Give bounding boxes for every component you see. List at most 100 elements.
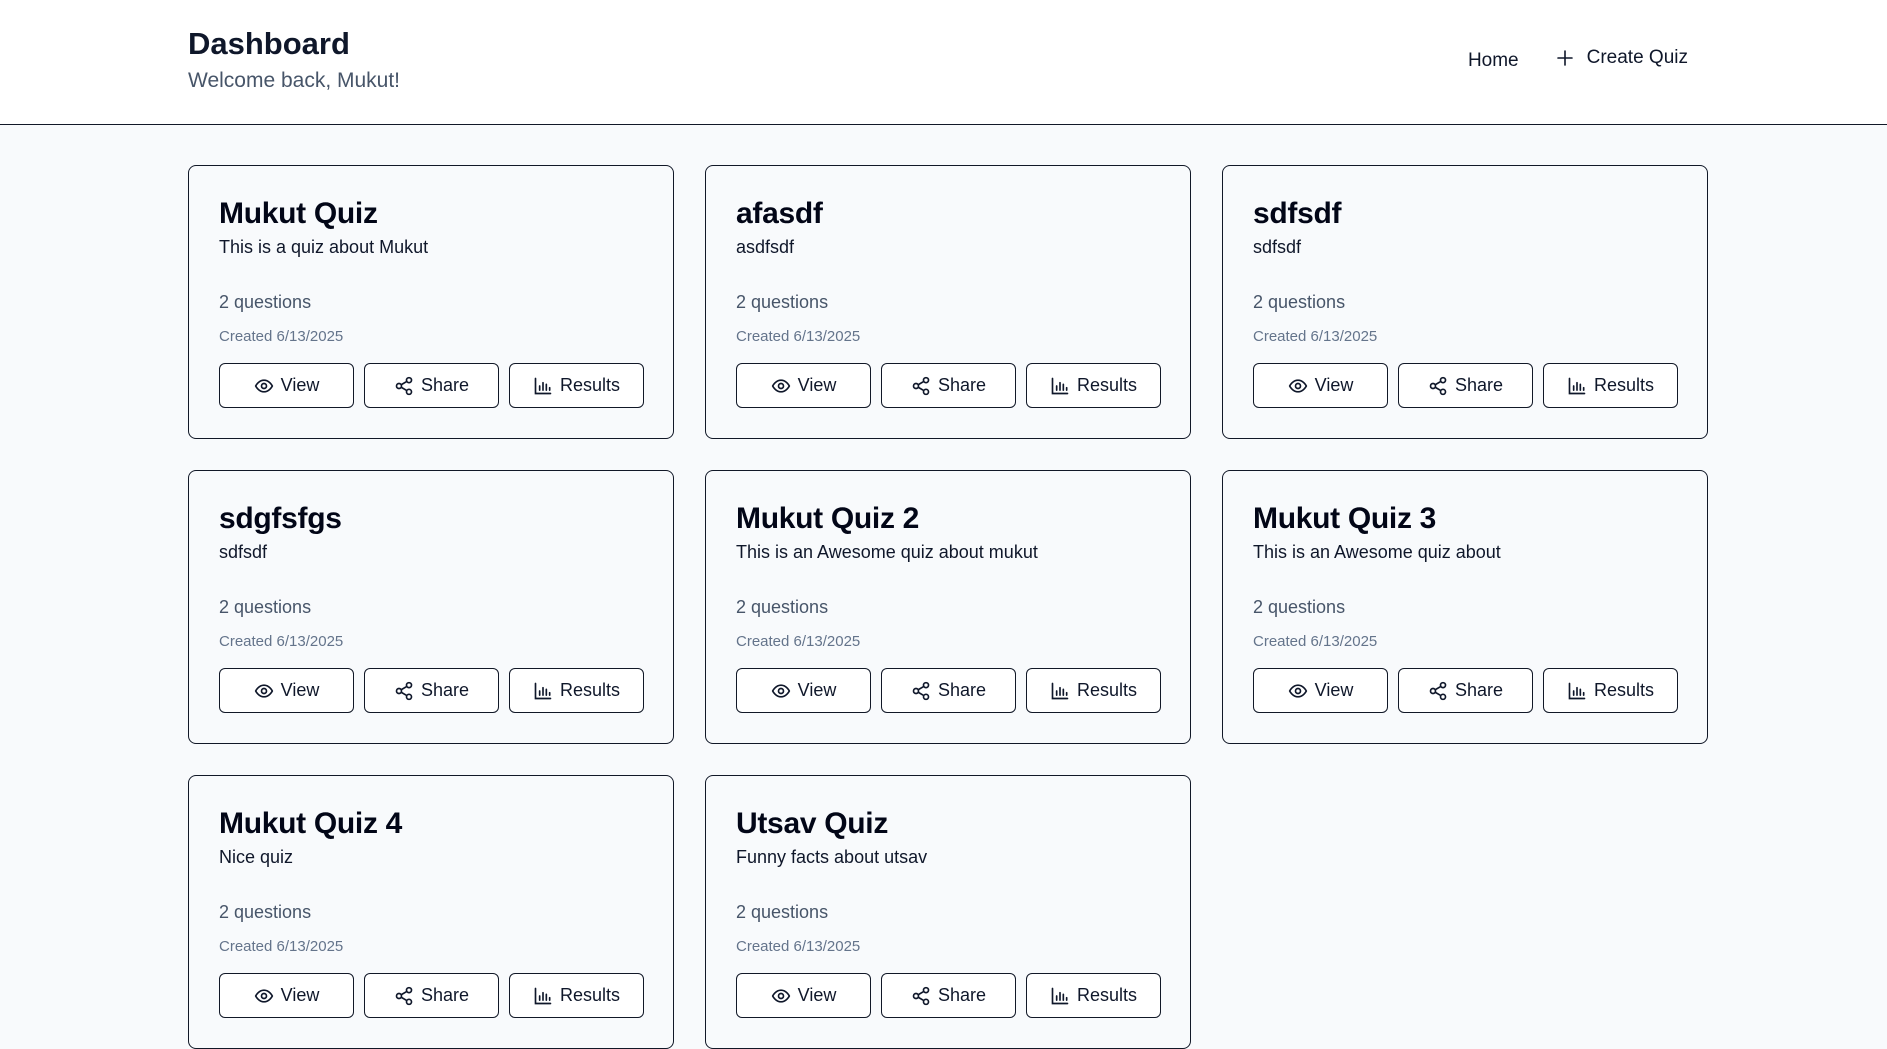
quiz-description: Nice quiz: [219, 847, 294, 867]
quiz-title: Mukut Quiz 4: [219, 807, 403, 840]
results-label: Results: [1593, 375, 1655, 395]
share-label: Share: [937, 985, 987, 1005]
quiz-card: Mukut Quiz This is a quiz about Mukut 2 …: [188, 165, 674, 439]
share-button[interactable]: Share: [881, 973, 1016, 1018]
results-button[interactable]: Results: [509, 363, 644, 408]
bar-chart-icon: [533, 681, 553, 701]
header-titles: Dashboard Welcome back, Mukut!: [188, 26, 400, 93]
share-button[interactable]: Share: [364, 668, 499, 713]
created-date: Created 6/13/2025: [219, 633, 344, 650]
welcome-message: Welcome back, Mukut!: [188, 69, 401, 92]
view-button[interactable]: View: [219, 668, 354, 713]
results-button[interactable]: Results: [509, 668, 644, 713]
eye-icon: [254, 376, 274, 396]
quiz-card: sdgfsfgs sdfsdf 2 questions Created 6/13…: [188, 470, 674, 744]
eye-icon: [254, 681, 274, 701]
results-label: Results: [1076, 985, 1138, 1005]
quiz-title: Mukut Quiz: [219, 197, 378, 230]
bar-chart-icon: [1050, 681, 1070, 701]
question-count: 2 questions: [219, 902, 312, 922]
quiz-title: Mukut Quiz 2: [736, 502, 920, 535]
share-label: Share: [937, 680, 987, 700]
view-button[interactable]: View: [219, 973, 354, 1018]
plus-icon: [1556, 50, 1573, 66]
share-button[interactable]: Share: [881, 363, 1016, 408]
question-count: 2 questions: [219, 597, 312, 617]
view-label: View: [797, 985, 837, 1005]
share-button[interactable]: Share: [364, 973, 499, 1018]
results-label: Results: [559, 680, 621, 700]
quiz-description: This is an Awesome quiz about mukut: [736, 542, 1038, 562]
eye-icon: [1288, 376, 1308, 396]
create-quiz-label: Create Quiz: [1586, 47, 1688, 68]
created-date: Created 6/13/2025: [1253, 328, 1378, 345]
results-button[interactable]: Results: [1543, 363, 1678, 408]
view-label: View: [280, 680, 320, 700]
view-button[interactable]: View: [736, 973, 871, 1018]
share-label: Share: [420, 680, 470, 700]
quiz-title: Mukut Quiz 3: [1253, 502, 1437, 535]
view-button[interactable]: View: [1253, 363, 1388, 408]
view-button[interactable]: View: [219, 363, 354, 408]
results-button[interactable]: Results: [1543, 668, 1678, 713]
question-count: 2 questions: [736, 597, 829, 617]
quiz-description: Funny facts about utsav: [736, 847, 928, 867]
question-count: 2 questions: [736, 292, 829, 312]
share-button[interactable]: Share: [364, 363, 499, 408]
question-count: 2 questions: [1253, 597, 1346, 617]
created-date: Created 6/13/2025: [736, 328, 861, 345]
quiz-card: afasdf asdfsdf 2 questions Created 6/13/…: [705, 165, 1191, 439]
share-icon: [394, 376, 414, 396]
results-button[interactable]: Results: [1026, 668, 1161, 713]
card-actions: View Share Results: [219, 668, 644, 713]
quiz-card: Mukut Quiz 2 This is an Awesome quiz abo…: [705, 470, 1191, 744]
created-date: Created 6/13/2025: [219, 328, 344, 345]
share-icon: [911, 986, 931, 1006]
results-label: Results: [1593, 680, 1655, 700]
view-button[interactable]: View: [1253, 668, 1388, 713]
bar-chart-icon: [1567, 376, 1587, 396]
eye-icon: [1288, 681, 1308, 701]
results-label: Results: [1076, 375, 1138, 395]
created-date: Created 6/13/2025: [1253, 633, 1378, 650]
question-count: 2 questions: [219, 292, 312, 312]
view-button[interactable]: View: [736, 363, 871, 408]
question-count: 2 questions: [1253, 292, 1346, 312]
created-date: Created 6/13/2025: [736, 938, 861, 955]
quiz-description: sdfsdf: [1253, 237, 1302, 257]
quiz-card: Utsav Quiz Funny facts about utsav 2 que…: [705, 775, 1191, 1049]
eye-icon: [771, 986, 791, 1006]
share-label: Share: [1454, 375, 1504, 395]
results-button[interactable]: Results: [509, 973, 644, 1018]
create-quiz-button[interactable]: Create Quiz: [1556, 47, 1688, 69]
view-label: View: [280, 985, 320, 1005]
share-button[interactable]: Share: [881, 668, 1016, 713]
quiz-description: This is an Awesome quiz about: [1253, 542, 1501, 562]
quiz-title: sdfsdf: [1253, 197, 1342, 230]
nav-home-link[interactable]: Home: [1468, 50, 1519, 72]
share-icon: [1428, 681, 1448, 701]
share-button[interactable]: Share: [1398, 668, 1533, 713]
results-label: Results: [559, 375, 621, 395]
share-icon: [394, 986, 414, 1006]
results-label: Results: [1076, 680, 1138, 700]
share-button[interactable]: Share: [1398, 363, 1533, 408]
bar-chart-icon: [1050, 376, 1070, 396]
quiz-description: sdfsdf: [219, 542, 268, 562]
app-header: Dashboard Welcome back, Mukut! Home Crea…: [0, 0, 1887, 125]
card-actions: View Share Results: [736, 668, 1161, 713]
quiz-title: Utsav Quiz: [736, 807, 889, 840]
share-icon: [1428, 376, 1448, 396]
share-icon: [911, 681, 931, 701]
card-actions: View Share Results: [1253, 668, 1678, 713]
question-count: 2 questions: [736, 902, 829, 922]
view-button[interactable]: View: [736, 668, 871, 713]
created-date: Created 6/13/2025: [736, 633, 861, 650]
card-actions: View Share Results: [219, 973, 644, 1018]
results-button[interactable]: Results: [1026, 363, 1161, 408]
results-button[interactable]: Results: [1026, 973, 1161, 1018]
eye-icon: [771, 376, 791, 396]
share-label: Share: [937, 375, 987, 395]
eye-icon: [254, 986, 274, 1006]
view-label: View: [797, 375, 837, 395]
